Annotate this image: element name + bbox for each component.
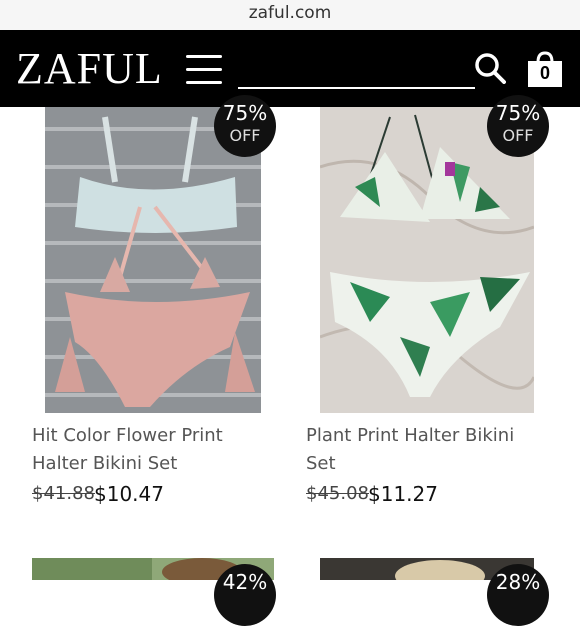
product-title[interactable]: Hit Color Flower Print Halter Bikini Set [32,422,223,478]
search-input[interactable] [238,87,475,89]
search-icon[interactable] [474,52,506,84]
cart-count: 0 [539,63,550,83]
product-title[interactable]: Plant Print Halter Bikini Set [306,422,514,478]
sale-price: $10.47 [94,482,164,506]
discount-percent: 42% [222,570,268,594]
site-header: ZAFUL 0 [0,30,580,107]
discount-badge: 28% [487,564,549,626]
product-title-line: Set [306,453,336,474]
product-title-line: Hit Color Flower Print [32,425,223,446]
discount-percent: 28% [495,570,541,594]
original-price: $41.88 [32,483,95,504]
sale-price: $11.27 [368,482,438,506]
url-text: zaful.com [248,3,332,23]
product-title-line: Plant Print Halter Bikini [306,425,515,446]
discount-percent: 75% [495,101,541,125]
discount-badge: 42% [214,564,276,626]
off-label: OFF [502,126,534,145]
hamburger-menu-icon[interactable] [186,55,222,85]
zaful-logo[interactable]: ZAFUL [16,44,163,94]
off-label: OFF [229,126,261,145]
discount-percent: 75% [222,101,268,125]
discount-badge: 75% OFF [214,95,276,157]
original-price: $45.08 [306,483,369,504]
discount-badge: 75% OFF [487,95,549,157]
product-title-line: Halter Bikini Set [32,453,178,474]
browser-address-bar[interactable]: zaful.com [0,0,580,30]
